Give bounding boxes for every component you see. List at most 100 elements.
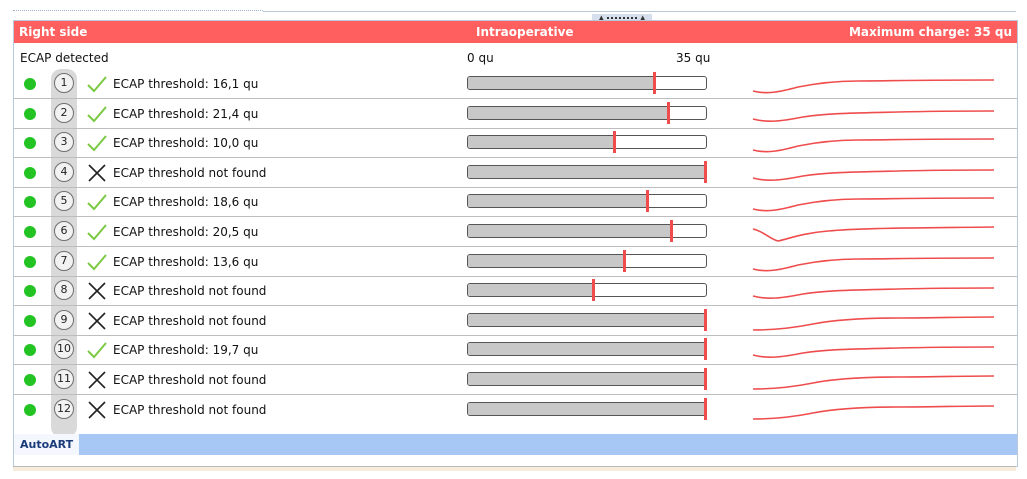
charge-bar-fill xyxy=(468,343,706,356)
ecap-threshold-text: ECAP threshold: 19,7 qu xyxy=(113,343,259,358)
splitter-grip-icon xyxy=(607,17,637,19)
charge-bar-fill xyxy=(468,254,625,267)
ecap-waveform xyxy=(752,346,995,359)
electrode-number[interactable]: 5 xyxy=(54,191,74,212)
check-icon xyxy=(87,342,107,359)
charge-bar-fill xyxy=(468,373,706,385)
status-dot xyxy=(24,166,36,179)
ecap-waveform xyxy=(752,287,995,300)
charge-bar xyxy=(467,253,707,268)
charge-bar xyxy=(467,312,707,327)
electrode-row[interactable]: 12 ECAP threshold not found xyxy=(14,395,1017,425)
ecap-waveform xyxy=(752,79,995,94)
ecap-threshold-text: ECAP threshold not found xyxy=(113,373,267,387)
status-dot xyxy=(24,196,36,209)
ecap-threshold-text: ECAP threshold not found xyxy=(113,284,267,299)
charge-bar xyxy=(467,283,707,298)
electrode-number[interactable]: 4 xyxy=(54,161,74,182)
electrode-row[interactable]: 1 ECAP threshold: 16,1 qu xyxy=(14,69,1017,99)
ecap-threshold-text: ECAP threshold: 20,5 qu xyxy=(113,225,259,239)
electrode-number[interactable]: 7 xyxy=(54,250,74,271)
electrode-row[interactable]: 4 ECAP threshold not found xyxy=(14,158,1017,188)
check-icon xyxy=(87,105,107,123)
charge-bar xyxy=(467,135,707,150)
electrode-row[interactable]: 2 ECAP threshold: 21,4 qu xyxy=(14,99,1017,129)
check-icon xyxy=(87,76,107,93)
tab-autoart[interactable]: AutoART xyxy=(14,434,80,455)
charge-bar xyxy=(467,164,707,179)
status-dot xyxy=(24,374,36,386)
ecap-threshold-text: ECAP threshold: 10,0 qu xyxy=(113,136,259,151)
electrode-row[interactable]: 3 ECAP threshold: 10,0 qu xyxy=(14,128,1017,159)
check-icon xyxy=(87,253,107,271)
scale-max-label: 35 qu xyxy=(676,51,711,65)
ecap-threshold-text: ECAP threshold: 16,1 qu xyxy=(113,77,259,91)
charge-bar-fill xyxy=(468,165,706,178)
ecap-waveform xyxy=(752,375,995,390)
charge-bar-fill xyxy=(468,136,615,149)
charge-bar xyxy=(467,342,707,357)
charge-marker xyxy=(612,131,616,154)
status-dot xyxy=(24,344,36,357)
check-icon xyxy=(87,194,107,211)
status-strip xyxy=(13,466,1016,471)
charge-bar-fill xyxy=(468,402,706,415)
status-dot xyxy=(24,78,36,90)
ecap-waveform xyxy=(752,404,995,420)
charge-marker xyxy=(622,249,626,272)
top-rule xyxy=(263,11,1016,12)
ecap-threshold-text: ECAP threshold not found xyxy=(113,313,267,328)
cross-icon xyxy=(88,164,106,182)
ecap-panel: Right side Intraoperative Maximum charge… xyxy=(13,20,1018,467)
electrode-number[interactable]: 8 xyxy=(54,280,74,301)
status-dot xyxy=(24,226,36,238)
electrode-number[interactable]: 2 xyxy=(54,102,74,123)
electrode-number[interactable]: 1 xyxy=(54,73,74,93)
ecap-detected-label: ECAP detected xyxy=(20,51,109,65)
electrode-number[interactable]: 6 xyxy=(54,221,74,241)
charge-marker xyxy=(592,279,596,302)
charge-bar xyxy=(467,105,707,120)
check-icon xyxy=(87,224,107,241)
cross-icon xyxy=(88,312,106,330)
charge-bar-fill xyxy=(468,106,669,119)
electrode-number[interactable]: 9 xyxy=(54,309,74,330)
electrode-number[interactable]: 11 xyxy=(54,369,74,389)
cross-icon xyxy=(88,401,106,419)
ecap-threshold-text: ECAP threshold not found xyxy=(113,402,267,417)
ecap-waveform xyxy=(752,109,995,122)
electrode-row[interactable]: 10 ECAP threshold: 19,7 qu xyxy=(14,335,1017,366)
charge-bar-fill xyxy=(468,225,672,237)
electrode-row[interactable]: 9 ECAP threshold not found xyxy=(14,306,1017,336)
charge-marker xyxy=(646,190,650,213)
charge-marker xyxy=(704,397,707,420)
phase-label: Intraoperative xyxy=(476,25,574,39)
cross-icon xyxy=(88,282,106,300)
charge-bar-fill xyxy=(468,284,594,297)
electrode-row[interactable]: 7 ECAP threshold: 13,6 qu xyxy=(14,247,1017,277)
status-dot xyxy=(24,107,36,120)
charge-marker xyxy=(653,72,657,94)
electrode-number[interactable]: 10 xyxy=(54,339,74,360)
electrode-row[interactable]: 6 ECAP threshold: 20,5 qu xyxy=(14,217,1017,247)
charge-marker xyxy=(670,220,674,242)
ecap-threshold-text: ECAP threshold: 13,6 qu xyxy=(113,254,259,269)
electrode-number[interactable]: 3 xyxy=(54,132,74,153)
electrode-row[interactable]: 8 ECAP threshold not found xyxy=(14,276,1017,307)
charge-bar xyxy=(467,194,707,209)
electrode-row[interactable]: 5 ECAP threshold: 18,6 qu xyxy=(14,187,1017,218)
electrode-row[interactable]: 11 ECAP threshold not found xyxy=(14,365,1017,395)
ecap-waveform xyxy=(752,226,995,242)
charge-marker xyxy=(704,368,707,390)
charge-marker xyxy=(666,101,670,124)
footer-bar: AutoART xyxy=(14,434,1017,455)
panel-header: Right side Intraoperative Maximum charge… xyxy=(14,21,1017,43)
charge-bar xyxy=(467,401,707,416)
ecap-threshold-text: ECAP threshold: 21,4 qu xyxy=(113,106,259,121)
ecap-waveform xyxy=(752,138,995,153)
side-label: Right side xyxy=(19,25,88,39)
window-top-strip xyxy=(13,0,1016,12)
check-icon xyxy=(87,135,107,152)
electrode-number[interactable]: 12 xyxy=(54,398,74,419)
ecap-waveform xyxy=(752,168,995,181)
